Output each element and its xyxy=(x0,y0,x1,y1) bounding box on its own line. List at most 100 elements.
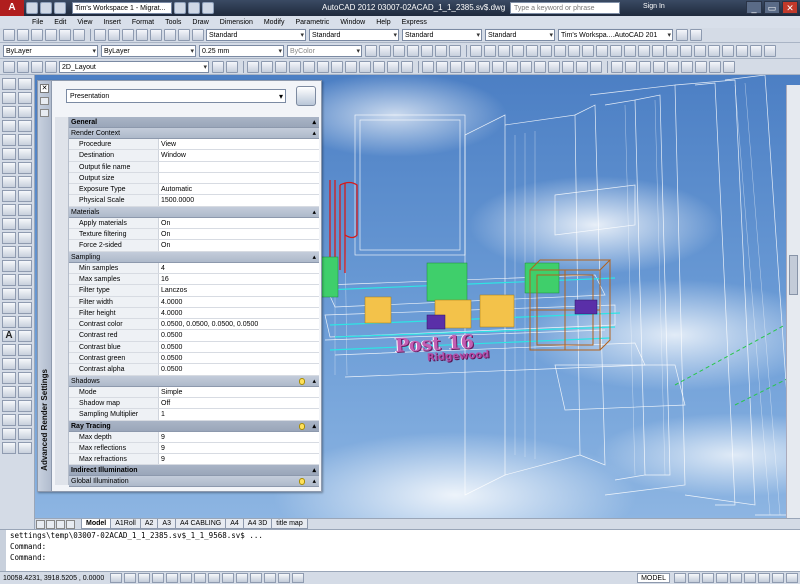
lineweight-icon[interactable] xyxy=(250,573,262,583)
layer-lock-icon[interactable] xyxy=(45,60,57,73)
save-icon[interactable] xyxy=(45,29,57,41)
torus-icon[interactable] xyxy=(540,44,552,57)
visual-style-icon[interactable] xyxy=(365,44,377,57)
menu-insert[interactable]: Insert xyxy=(103,19,121,26)
align-icon[interactable] xyxy=(708,44,720,57)
cut-icon[interactable] xyxy=(94,29,106,41)
construction-line-icon[interactable] xyxy=(2,92,16,104)
rotate-icon[interactable] xyxy=(18,162,32,174)
menu-tools[interactable]: Tools xyxy=(165,19,181,26)
section-ray-tracing[interactable]: Ray Tracing ▴ xyxy=(69,420,319,432)
3d-array-icon[interactable] xyxy=(750,44,762,57)
union-icon[interactable] xyxy=(610,44,622,57)
tab-a2[interactable]: A2 xyxy=(139,519,159,529)
annotation-visibility-icon[interactable] xyxy=(716,573,728,583)
revolve-icon[interactable] xyxy=(568,44,580,57)
annotation-scale-icon[interactable] xyxy=(702,573,714,583)
extrude-icon[interactable] xyxy=(554,44,566,57)
coordinate-readout[interactable]: 10058.4231, 3918.5205 , 0.0000 xyxy=(0,575,110,582)
menu-parametric[interactable]: Parametric xyxy=(295,19,329,26)
collapse-icon[interactable]: ▴ xyxy=(312,376,316,387)
polar-tracking-icon[interactable] xyxy=(166,573,178,583)
infer-constraints-icon[interactable] xyxy=(110,573,122,583)
vertical-scrollbar[interactable] xyxy=(786,85,800,518)
ucs-apply-icon[interactable] xyxy=(590,60,602,73)
match-properties-icon[interactable] xyxy=(136,29,148,41)
3d-object-snap-icon[interactable] xyxy=(194,573,206,583)
property-row[interactable]: Output size xyxy=(69,172,319,185)
locate-point-icon[interactable] xyxy=(667,60,679,73)
from-icon[interactable] xyxy=(2,442,16,454)
dist-icon[interactable] xyxy=(611,60,623,73)
tab-model[interactable]: Model xyxy=(81,519,112,529)
erase-icon[interactable] xyxy=(18,78,32,90)
osnap-none-icon[interactable] xyxy=(18,414,32,426)
fillet-icon[interactable] xyxy=(18,274,32,286)
dynamic-ucs-icon[interactable] xyxy=(222,573,234,583)
osnap-settings-icon[interactable] xyxy=(2,428,16,440)
property-row[interactable]: Shadow map Off xyxy=(69,397,319,410)
revision-cloud-icon[interactable] xyxy=(2,176,16,188)
new-icon[interactable] xyxy=(3,29,15,41)
scale-icon[interactable] xyxy=(18,176,32,188)
qnew-icon[interactable] xyxy=(17,29,29,41)
view-ne-iso-icon[interactable] xyxy=(359,60,371,73)
layer-select[interactable]: ByLayer xyxy=(3,44,98,57)
view-sw-iso-icon[interactable] xyxy=(331,60,343,73)
ucs-3point-icon[interactable] xyxy=(534,60,546,73)
slice-icon[interactable] xyxy=(652,44,664,57)
lights-icon[interactable] xyxy=(449,44,461,57)
property-row[interactable]: Sampling Multiplier 1 xyxy=(69,409,319,421)
ucs-face-icon[interactable] xyxy=(464,60,476,73)
render-icon[interactable] xyxy=(435,44,447,57)
camera-icon[interactable] xyxy=(387,60,399,73)
make-block-icon[interactable] xyxy=(2,246,16,258)
ucs-y-icon[interactable] xyxy=(562,60,574,73)
layer-freeze-icon[interactable] xyxy=(31,60,43,73)
ellipse-icon[interactable] xyxy=(2,204,16,216)
collapse-icon[interactable]: ▴ xyxy=(312,207,316,218)
mleader-style-select[interactable]: Standard xyxy=(485,29,555,41)
wedge-icon[interactable] xyxy=(526,44,538,57)
render-preset-select[interactable]: Presentation xyxy=(66,89,286,103)
property-row[interactable]: Exposure Type Automatic xyxy=(69,184,319,196)
text-style-select[interactable]: Standard xyxy=(206,29,306,41)
save-icon[interactable] xyxy=(54,2,66,14)
ellipse-arc-icon[interactable] xyxy=(2,218,16,230)
ucs-z-axis-icon[interactable] xyxy=(520,60,532,73)
ortho-mode-icon[interactable] xyxy=(152,573,164,583)
table-style-select[interactable]: Standard xyxy=(402,29,482,41)
property-row[interactable]: Filter width 4.0000 xyxy=(69,296,319,308)
ucs-origin-icon[interactable] xyxy=(506,60,518,73)
close-button[interactable]: ✕ xyxy=(782,1,798,14)
menu-file[interactable]: File xyxy=(32,19,43,26)
collapse-icon[interactable]: ▴ xyxy=(312,476,316,487)
tab-first-icon[interactable] xyxy=(36,519,45,529)
plotstyle-select[interactable]: ByColor xyxy=(287,44,362,57)
region-mass-icon[interactable] xyxy=(639,60,651,73)
property-row[interactable]: Mode Simple xyxy=(69,386,319,398)
selection-cycling-icon[interactable] xyxy=(292,573,304,583)
property-row[interactable]: Contrast color 0.0500, 0.0500, 0.0500, 0.… xyxy=(69,319,319,331)
property-row[interactable]: Contrast red 0.0500 xyxy=(69,330,319,342)
osnap-extension-icon[interactable] xyxy=(2,372,16,384)
properties-icon[interactable] xyxy=(681,60,693,73)
collapse-icon[interactable]: ▴ xyxy=(312,252,316,263)
command-line[interactable]: settings\temp\03007-02ACAD_1_1_2385.sv$_… xyxy=(0,529,800,572)
view-se-iso-icon[interactable] xyxy=(345,60,357,73)
view-right-icon[interactable] xyxy=(289,60,301,73)
paste-icon[interactable] xyxy=(122,29,134,41)
tab-next-icon[interactable] xyxy=(56,519,65,529)
tab-prev-icon[interactable] xyxy=(46,519,55,529)
open-icon[interactable] xyxy=(40,2,52,14)
point-icon[interactable] xyxy=(2,260,16,272)
menu-modify[interactable]: Modify xyxy=(264,19,285,26)
redo-icon[interactable] xyxy=(188,2,200,14)
area-icon[interactable] xyxy=(625,60,637,73)
palette-close-button[interactable]: ✕ xyxy=(40,84,49,93)
clean-screen-icon[interactable] xyxy=(786,573,798,583)
hatch-icon[interactable] xyxy=(2,274,16,286)
property-row[interactable]: Procedure View xyxy=(69,139,319,151)
copy-object-icon[interactable] xyxy=(18,92,32,104)
collapse-icon[interactable]: ▴ xyxy=(312,465,316,476)
